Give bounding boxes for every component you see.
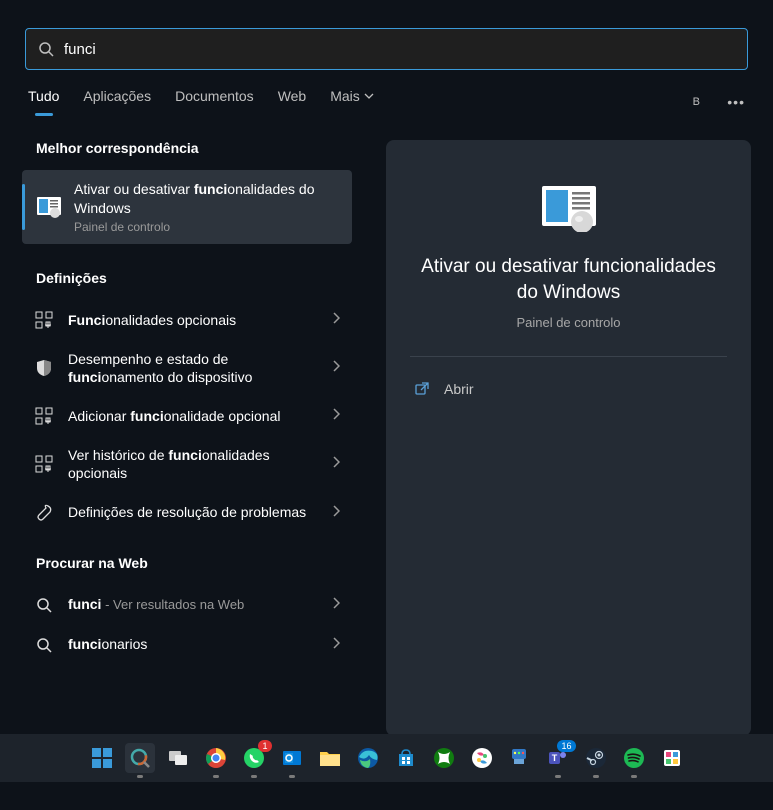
preview-subtitle: Painel de controlo — [516, 315, 620, 330]
search-icon — [34, 635, 54, 655]
taskbar: 1 T16 — [0, 734, 773, 782]
tabs-bar: Tudo Aplicações Documentos Web Mais B ••… — [0, 70, 773, 116]
xbox-icon[interactable] — [429, 743, 459, 773]
chevron-right-icon — [332, 455, 340, 473]
search-icon — [34, 595, 54, 615]
spotify-icon[interactable] — [619, 743, 649, 773]
tab-more[interactable]: Mais — [330, 88, 374, 116]
more-options-button[interactable]: ••• — [727, 94, 745, 110]
section-title-settings: Definições — [36, 270, 352, 286]
svg-text:T: T — [551, 753, 557, 763]
settings-item-label: Definições de resolução de problemas — [68, 503, 318, 521]
grid-icon — [34, 454, 54, 474]
settings-item[interactable]: Adicionar funcionalidade opcional — [22, 396, 352, 436]
settings-item-label: Adicionar funcionalidade opcional — [68, 407, 318, 425]
best-match-subtitle: Painel de controlo — [74, 220, 338, 234]
search-taskbar-button[interactable] — [125, 743, 155, 773]
task-view-button[interactable] — [163, 743, 193, 773]
chevron-right-icon — [332, 311, 340, 329]
chevron-right-icon — [332, 359, 340, 377]
chevron-right-icon — [332, 636, 340, 654]
web-search-item[interactable]: funcionarios — [22, 625, 352, 665]
edge-icon[interactable] — [353, 743, 383, 773]
search-box[interactable] — [25, 28, 748, 70]
web-search-item[interactable]: funci - Ver resultados na Web — [22, 585, 352, 625]
best-match-title: Ativar ou desativar funcionalidades do W… — [74, 180, 338, 218]
paint-icon[interactable] — [505, 743, 535, 773]
settings-item[interactable]: Ver histórico de funcionalidades opciona… — [22, 436, 352, 492]
preview-pane: Ativar ou desativar funcionalidades do W… — [386, 140, 751, 736]
settings-item-label: Ver histórico de funcionalidades opciona… — [68, 446, 318, 482]
settings-item[interactable]: Definições de resolução de problemas — [22, 493, 352, 533]
teams-badge: 16 — [557, 740, 575, 752]
open-action[interactable]: Abrir — [410, 375, 727, 403]
explorer-icon[interactable] — [315, 743, 345, 773]
tab-web[interactable]: Web — [278, 88, 307, 116]
start-button[interactable] — [87, 743, 117, 773]
teams-icon[interactable]: T16 — [543, 743, 573, 773]
wrench-icon — [34, 503, 54, 523]
settings-item-label: Desempenho e estado de funcionamento do … — [68, 350, 318, 386]
tab-all[interactable]: Tudo — [28, 88, 59, 116]
best-match-item[interactable]: Ativar ou desativar funcionalidades do W… — [22, 170, 352, 244]
snip-icon[interactable] — [657, 743, 687, 773]
whatsapp-icon[interactable]: 1 — [239, 743, 269, 773]
search-icon — [38, 41, 54, 57]
web-item-label: funcionarios — [68, 635, 318, 653]
whatsapp-badge: 1 — [258, 740, 271, 752]
chevron-right-icon — [332, 596, 340, 614]
chevron-down-icon — [364, 91, 374, 101]
tab-documents[interactable]: Documentos — [175, 88, 254, 116]
open-icon — [414, 381, 430, 397]
steam-icon[interactable] — [581, 743, 611, 773]
section-title-best-match: Melhor correspondência — [36, 140, 352, 156]
grid-icon — [34, 310, 54, 330]
preview-title: Ativar ou desativar funcionalidades do W… — [410, 254, 727, 305]
store-icon[interactable] — [391, 743, 421, 773]
search-input[interactable] — [64, 41, 735, 58]
tab-apps[interactable]: Aplicações — [83, 88, 151, 116]
section-title-web: Procurar na Web — [36, 555, 352, 571]
chevron-right-icon — [332, 504, 340, 522]
shield-icon — [34, 358, 54, 378]
outlook-icon[interactable] — [277, 743, 307, 773]
chrome-icon[interactable] — [201, 743, 231, 773]
settings-item[interactable]: Funcionalidades opcionais — [22, 300, 352, 340]
web-item-label: funci - Ver resultados na Web — [68, 595, 318, 614]
open-label: Abrir — [444, 381, 474, 397]
preview-icon — [538, 184, 600, 232]
windows-features-icon — [36, 194, 62, 220]
settings-item-label: Funcionalidades opcionais — [68, 311, 318, 329]
settings-item[interactable]: Desempenho e estado de funcionamento do … — [22, 340, 352, 396]
copilot-icon[interactable] — [467, 743, 497, 773]
chevron-right-icon — [332, 407, 340, 425]
user-avatar[interactable]: B — [685, 91, 707, 113]
grid-icon — [34, 406, 54, 426]
